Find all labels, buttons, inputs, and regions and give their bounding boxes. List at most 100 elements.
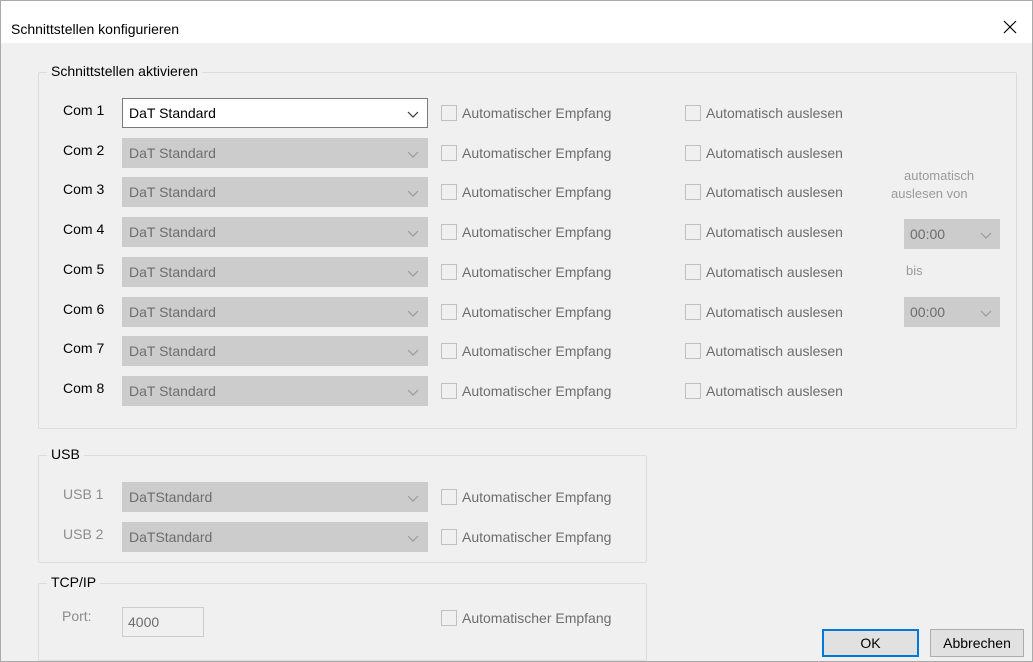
com-protocol-value: DaT Standard — [129, 304, 216, 320]
ok-button-label: OK — [860, 635, 881, 651]
chevron-down-icon — [407, 270, 419, 277]
usb-protocol-value: DaTStandard — [129, 489, 213, 505]
chevron-down-icon — [407, 349, 419, 356]
com-auto-receive-checkbox[interactable]: Automatischer Empfang — [441, 263, 611, 281]
com-protocol-select[interactable]: DaT Standard — [122, 376, 428, 406]
checkbox-unchecked-icon — [685, 105, 701, 121]
schedule-from-label-line2: auslesen von — [891, 186, 968, 201]
com-auto-read-label: Automatisch auslesen — [706, 343, 843, 359]
port-value: 4000 — [128, 614, 160, 630]
usb-protocol-select[interactable]: DaTStandard — [122, 482, 428, 512]
checkbox-unchecked-icon — [441, 529, 457, 545]
checkbox-unchecked-icon — [685, 343, 701, 359]
checkbox-unchecked-icon — [441, 383, 457, 399]
com-auto-read-checkbox[interactable]: Automatisch auslesen — [685, 342, 843, 360]
com-row-label: Com 4 — [63, 221, 105, 237]
usb-protocol-select[interactable]: DaTStandard — [122, 522, 428, 552]
schedule-to-select[interactable]: 00:00 — [904, 297, 1000, 327]
checkbox-unchecked-icon — [685, 184, 701, 200]
com-auto-read-label: Automatisch auslesen — [706, 264, 843, 280]
com-protocol-value: DaT Standard — [129, 145, 216, 161]
com-protocol-value: DaT Standard — [129, 105, 216, 121]
checkbox-unchecked-icon — [441, 184, 457, 200]
chevron-down-icon — [407, 389, 419, 396]
com-protocol-value: DaT Standard — [129, 264, 216, 280]
checkbox-unchecked-icon — [441, 489, 457, 505]
com-protocol-select[interactable]: DaT Standard — [122, 257, 428, 287]
com-auto-receive-checkbox[interactable]: Automatischer Empfang — [441, 342, 611, 360]
checkbox-unchecked-icon — [685, 145, 701, 161]
com-auto-receive-checkbox[interactable]: Automatischer Empfang — [441, 303, 611, 321]
com-auto-read-checkbox[interactable]: Automatisch auslesen — [685, 382, 843, 400]
checkbox-unchecked-icon — [441, 304, 457, 320]
checkbox-unchecked-icon — [685, 304, 701, 320]
com-auto-read-checkbox[interactable]: Automatisch auslesen — [685, 183, 843, 201]
usb-auto-receive-label: Automatischer Empfang — [462, 529, 612, 545]
com-auto-receive-checkbox[interactable]: Automatischer Empfang — [441, 223, 611, 241]
title-bar: Schnittstellen konfigurieren — [1, 1, 1032, 43]
com-auto-receive-label: Automatischer Empfang — [462, 224, 612, 240]
com-protocol-value: DaT Standard — [129, 224, 216, 240]
tcp-auto-receive-checkbox[interactable]: Automatischer Empfang — [441, 609, 611, 627]
checkbox-unchecked-icon — [441, 264, 457, 280]
com-auto-receive-checkbox[interactable]: Automatischer Empfang — [441, 382, 611, 400]
com-protocol-select[interactable]: DaT Standard — [122, 138, 428, 168]
com-auto-read-label: Automatisch auslesen — [706, 145, 843, 161]
com-auto-receive-checkbox[interactable]: Automatischer Empfang — [441, 144, 611, 162]
com-auto-read-checkbox[interactable]: Automatisch auslesen — [685, 144, 843, 162]
com-protocol-select[interactable]: DaT Standard — [122, 98, 428, 128]
usb-auto-receive-checkbox[interactable]: Automatischer Empfang — [441, 528, 611, 546]
close-button[interactable] — [988, 11, 1032, 43]
chevron-down-icon — [407, 495, 419, 502]
com-auto-receive-label: Automatischer Empfang — [462, 343, 612, 359]
com-auto-read-checkbox[interactable]: Automatisch auslesen — [685, 263, 843, 281]
cancel-button[interactable]: Abbrechen — [930, 629, 1024, 657]
com-protocol-value: DaT Standard — [129, 343, 216, 359]
com-protocol-value: DaT Standard — [129, 383, 216, 399]
schedule-from-label-line1: automatisch — [904, 168, 975, 183]
checkbox-unchecked-icon — [441, 343, 457, 359]
dialog-title: Schnittstellen konfigurieren — [11, 21, 180, 37]
com-auto-read-checkbox[interactable]: Automatisch auslesen — [685, 223, 843, 241]
schedule-from-select[interactable]: 00:00 — [904, 219, 1000, 249]
schedule-from-value: 00:00 — [910, 226, 946, 242]
com-auto-receive-checkbox[interactable]: Automatischer Empfang — [441, 104, 611, 122]
chevron-down-icon — [407, 111, 419, 118]
com-auto-read-label: Automatisch auslesen — [706, 184, 843, 200]
port-label: Port: — [62, 608, 92, 624]
com-row-label: Com 1 — [63, 102, 105, 118]
checkbox-unchecked-icon — [685, 224, 701, 240]
chevron-down-icon — [407, 310, 419, 317]
ok-button[interactable]: OK — [822, 629, 919, 657]
com-protocol-select[interactable]: DaT Standard — [122, 217, 428, 247]
com-row-label: Com 2 — [63, 142, 105, 158]
com-auto-receive-label: Automatischer Empfang — [462, 184, 612, 200]
com-auto-read-checkbox[interactable]: Automatisch auslesen — [685, 104, 843, 122]
usb-row-label: USB 1 — [63, 486, 104, 502]
com-auto-read-checkbox[interactable]: Automatisch auslesen — [685, 303, 843, 321]
com-protocol-select[interactable]: DaT Standard — [122, 177, 428, 207]
com-row-label: Com 8 — [63, 380, 105, 396]
tcp-group-legend: TCP/IP — [47, 574, 101, 590]
checkbox-unchecked-icon — [441, 610, 457, 626]
usb-auto-receive-checkbox[interactable]: Automatischer Empfang — [441, 488, 611, 506]
usb-auto-receive-label: Automatischer Empfang — [462, 489, 612, 505]
cancel-button-label: Abbrechen — [943, 635, 1011, 651]
usb-group-legend: USB — [47, 446, 84, 462]
chevron-down-icon — [407, 190, 419, 197]
usb-row-label: USB 2 — [63, 526, 104, 542]
com-auto-read-label: Automatisch auslesen — [706, 383, 843, 399]
com-row-label: Com 5 — [63, 261, 105, 277]
port-input[interactable]: 4000 — [122, 607, 204, 637]
com-auto-receive-label: Automatischer Empfang — [462, 304, 612, 320]
com-auto-read-label: Automatisch auslesen — [706, 105, 843, 121]
com-auto-receive-checkbox[interactable]: Automatischer Empfang — [441, 183, 611, 201]
checkbox-unchecked-icon — [685, 383, 701, 399]
com-protocol-select[interactable]: DaT Standard — [122, 336, 428, 366]
com-auto-read-label: Automatisch auslesen — [706, 224, 843, 240]
chevron-down-icon — [407, 151, 419, 158]
com-protocol-value: DaT Standard — [129, 184, 216, 200]
schedule-to-value: 00:00 — [910, 304, 946, 320]
com-protocol-select[interactable]: DaT Standard — [122, 297, 428, 327]
com-row-label: Com 6 — [63, 301, 105, 317]
